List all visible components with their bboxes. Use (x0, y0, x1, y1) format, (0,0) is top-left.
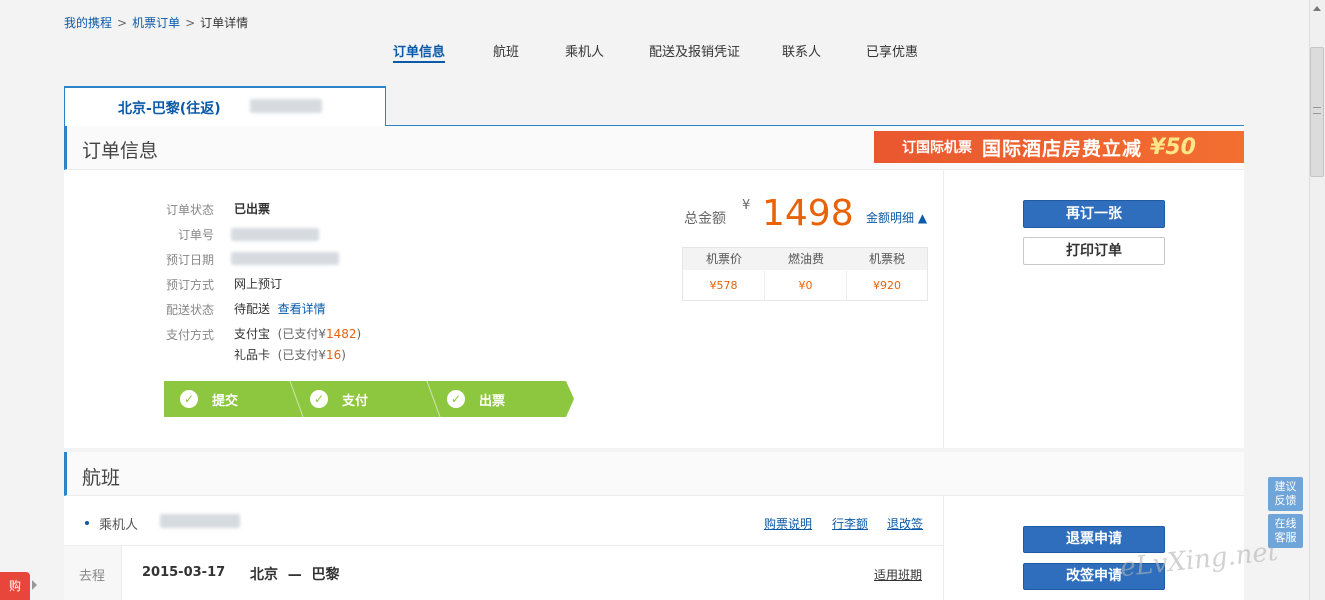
progress-step-ticket: ✓ 出票 (431, 381, 566, 417)
delivery-value: 待配送 查看详情 (234, 300, 326, 317)
delivery-label: 配送状态 (165, 303, 214, 317)
refund-request-button[interactable]: 退票申请 (1023, 526, 1165, 553)
online-service-label: 在线客服 (1274, 517, 1297, 544)
pay2-prefix: (已支付¥ (277, 348, 326, 362)
status-value: 已出票 (234, 202, 271, 216)
pay1-prefix: (已支付¥ (277, 327, 326, 341)
step-label: 出票 (479, 393, 506, 409)
route-dash: — (287, 567, 302, 583)
check-icon: ✓ (447, 390, 465, 408)
tab-passenger[interactable]: 乘机人 (565, 41, 604, 60)
scroll-up-icon[interactable] (1313, 6, 1321, 11)
baggage-link[interactable]: 行李额 (832, 515, 868, 532)
breadcrumb: 我的携程 > 机票订单 > 订单详情 (64, 14, 248, 31)
breadcrumb-current: 订单详情 (200, 16, 249, 30)
progress-step-submit: ✓ 提交 (164, 381, 294, 417)
currency-symbol: ¥ (742, 198, 751, 213)
caret-up-icon: ▲ (917, 211, 928, 225)
expand-arrow-icon[interactable] (32, 580, 37, 590)
method-label: 预订方式 (165, 278, 214, 292)
redacted-passenger (160, 514, 240, 528)
price-value-tax: ¥920 (873, 279, 901, 292)
flight-from: 北京 (250, 567, 278, 583)
step-label: 提交 (212, 393, 239, 409)
date-label: 预订日期 (165, 253, 214, 267)
bullet-icon (85, 521, 89, 525)
promo-text-3: ¥50 (1150, 134, 1196, 160)
pay-label: 支付方式 (165, 328, 214, 342)
tab-flight[interactable]: 航班 (493, 41, 519, 60)
tab-discount[interactable]: 已享优惠 (866, 41, 918, 60)
pay-row-2: 礼品卡 (已支付¥16) (234, 346, 346, 363)
status-label: 订单状态 (165, 203, 214, 217)
total-amount: 1498 (762, 193, 854, 234)
breadcrumb-home[interactable]: 我的携程 (64, 16, 112, 30)
promo-text-2: 国际酒店房费立减 (982, 137, 1143, 160)
tab-order-info[interactable]: 订单信息 (393, 41, 446, 63)
promo-banner[interactable]: 订国际机票 国际酒店房费立减 ¥50 (874, 131, 1244, 163)
step-label: 支付 (342, 393, 369, 409)
redacted-date (231, 252, 339, 265)
breadcrumb-separator: > (185, 16, 196, 30)
price-value-fuel: ¥0 (765, 271, 847, 301)
tab-contact[interactable]: 联系人 (782, 41, 821, 60)
progress-arrow-tip (566, 381, 574, 417)
passenger-label: 乘机人 (99, 518, 139, 533)
check-icon: ✓ (310, 390, 328, 408)
schedule-link[interactable]: 适用班期 (874, 566, 922, 583)
pay1-suffix: ) (356, 327, 362, 341)
total-label: 总金额 (684, 211, 726, 227)
delivery-detail-link[interactable]: 查看详情 (278, 302, 326, 316)
amount-detail-link[interactable]: 金额明细 ▲ (866, 209, 927, 226)
price-header-ticket: 机票价 (683, 248, 765, 270)
flight-date: 2015-03-17 (142, 565, 226, 580)
pay-row-1: 支付宝 (已支付¥1482) (234, 325, 361, 342)
pay2-name: 礼品卡 (234, 348, 271, 362)
progress-step-pay: ✓ 支付 (294, 381, 431, 417)
method-value: 网上预订 (234, 277, 283, 291)
route-label: 北京-巴黎(往返) (118, 101, 221, 117)
price-value-ticket: ¥578 (683, 271, 765, 301)
pay2-suffix: ) (341, 348, 346, 362)
feedback-button[interactable]: 建议反馈 (1268, 477, 1303, 511)
print-order-button[interactable]: 打印订单 (1023, 237, 1165, 265)
breadcrumb-orders[interactable]: 机票订单 (132, 16, 180, 30)
row-divider (64, 545, 943, 546)
redacted-order-no (231, 228, 319, 241)
refund-change-rules-link[interactable]: 退改签 (887, 515, 923, 532)
column-divider (943, 170, 944, 448)
pay1-amount: 1482 (325, 327, 357, 341)
route-tab[interactable] (64, 86, 386, 127)
column-divider (943, 496, 944, 600)
promo-text-1: 订国际机票 (902, 140, 972, 156)
redacted-route-info (250, 99, 322, 113)
ticket-notes-link[interactable]: 购票说明 (764, 515, 812, 532)
pay1-name: 支付宝 (234, 327, 271, 341)
price-header-tax: 机票税 (847, 248, 927, 270)
grip-icon (1313, 107, 1321, 114)
flight-section-title: 航班 (82, 467, 121, 489)
flight-to: 巴黎 (311, 567, 340, 583)
flight-section-header (64, 452, 1244, 496)
price-table: 机票价 燃油费 机票税 ¥578 ¥0 ¥920 (682, 247, 928, 301)
shopping-bag-icon[interactable]: 购 (0, 572, 30, 600)
check-icon: ✓ (180, 390, 198, 408)
order-section-title: 订单信息 (82, 140, 159, 162)
flight-route: 北京 — 巴黎 (250, 564, 340, 584)
delivery-status: 待配送 (234, 302, 271, 316)
leg-label: 去程 (79, 569, 106, 584)
feedback-label: 建议反馈 (1274, 480, 1297, 507)
rebook-button[interactable]: 再订一张 (1023, 200, 1165, 228)
price-header-fuel: 燃油费 (765, 248, 847, 270)
online-service-button[interactable]: 在线客服 (1268, 514, 1303, 548)
tab-delivery[interactable]: 配送及报销凭证 (649, 41, 740, 60)
breadcrumb-separator: > (117, 16, 128, 30)
pay2-amount: 16 (325, 348, 342, 362)
order-no-label: 订单号 (177, 228, 214, 242)
amount-detail-label: 金额明细 (866, 211, 915, 225)
